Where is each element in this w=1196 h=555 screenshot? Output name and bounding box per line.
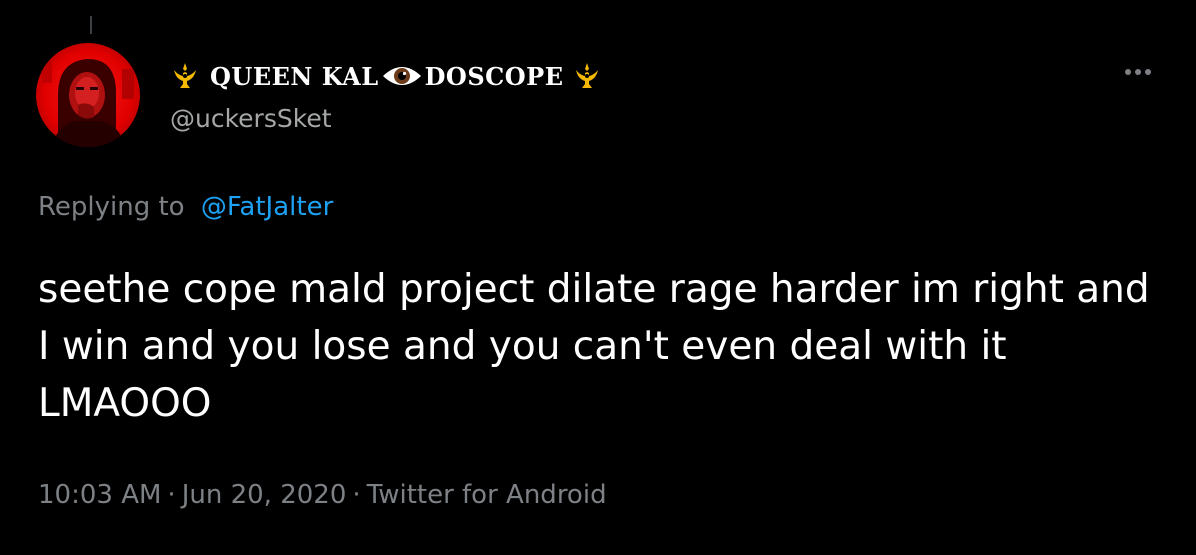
separator-dot: · [352,480,361,510]
more-options-icon[interactable] [1120,60,1156,84]
reply-to-mention-link[interactable]: @FatJalter [201,192,333,222]
replying-to-line: Replying to @FatJalter [38,192,333,222]
rebel-alliance-crest-icon [170,61,200,91]
replying-to-label: Replying to [38,192,185,222]
avatar[interactable] [36,43,140,147]
tweet-time[interactable]: 10:03 AM [38,480,161,510]
tweet-metadata: 10:03 AM · Jun 20, 2020 · Twitter for Androi… [38,480,607,510]
display-name[interactable]: QUEEN KAL DOSCOPE [170,58,602,94]
display-name-part-2: DOSCOPE [424,61,564,91]
eye-icon [381,63,423,89]
tweet-text: seethe cope mald project dilate rage har… [38,267,1150,426]
display-name-part-1: QUEEN KAL [210,61,379,91]
separator-dot: · [167,480,176,510]
rebel-alliance-crest-icon [572,61,602,91]
user-handle[interactable]: @uckersSket [170,104,332,133]
tweet-date[interactable]: Jun 20, 2020 [182,480,347,510]
tweet-source[interactable]: Twitter for Android [367,480,607,510]
thread-connector-line [90,16,92,34]
